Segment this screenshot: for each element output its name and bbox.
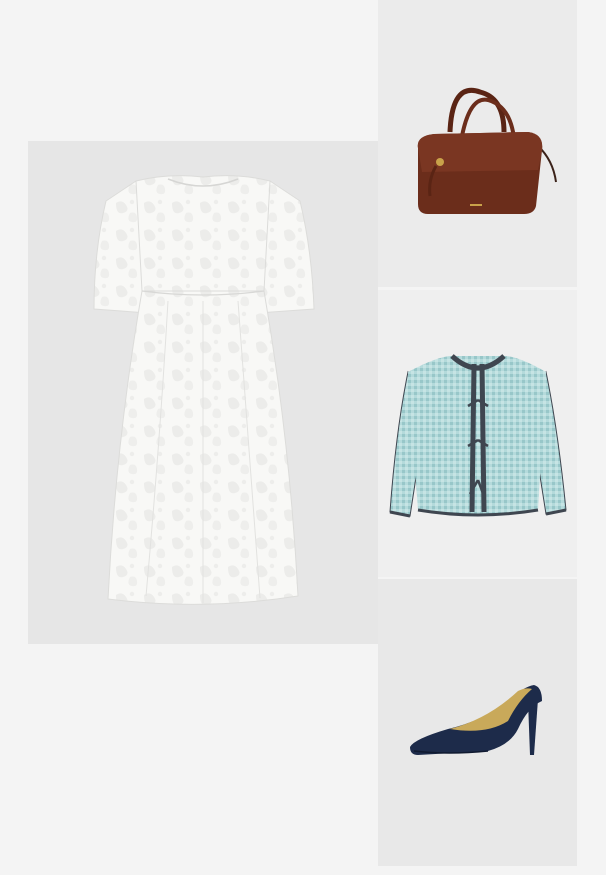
product-tile-handbag[interactable] <box>378 0 577 287</box>
outfit-collage <box>0 0 606 875</box>
jacket-image <box>389 354 567 518</box>
product-tile-jacket[interactable] <box>378 290 577 577</box>
product-tile-pump[interactable] <box>378 579 577 866</box>
product-tile-dress[interactable] <box>28 141 378 644</box>
dress-image <box>93 175 315 605</box>
pump-image <box>410 685 542 755</box>
handbag-image <box>417 88 557 214</box>
